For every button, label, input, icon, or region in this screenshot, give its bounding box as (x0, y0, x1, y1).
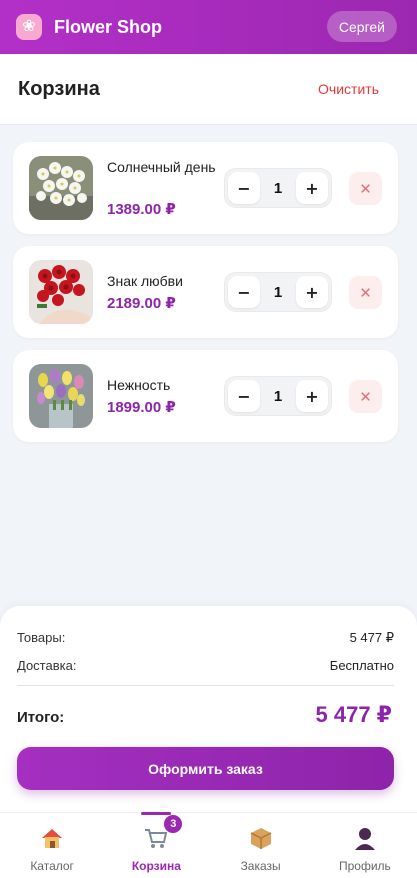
cart-item: Нежность 1899.00 ₽ − 1 + ✕ (13, 350, 398, 442)
nav-item-catalog[interactable]: Каталог (0, 813, 104, 878)
decrease-button[interactable]: − (228, 276, 260, 308)
nav-label: Корзина (131, 859, 181, 873)
quantity-value: 1 (273, 387, 283, 405)
delivery-value: Бесплатно (329, 658, 394, 673)
goods-value: 5 477 ₽ (349, 630, 394, 645)
goods-row: Товары: 5 477 ₽ (17, 630, 394, 646)
flower-icon: ❀ (16, 14, 42, 40)
delivery-label: Доставка: (17, 658, 77, 673)
order-summary: Товары: 5 477 ₽ Доставка: Бесплатно Итог… (0, 606, 417, 812)
quantity-value: 1 (273, 179, 283, 197)
nav-label: Профиль (338, 859, 391, 873)
clear-cart-button[interactable]: Очистить (318, 81, 379, 97)
remove-item-button[interactable]: ✕ (349, 172, 382, 205)
user-icon (352, 825, 378, 853)
bottom-nav: Каталог 3 Корзина Заказы Профиль (0, 812, 417, 878)
goods-label: Товары: (17, 630, 66, 645)
nav-label: Каталог (30, 859, 74, 873)
remove-item-button[interactable]: ✕ (349, 276, 382, 309)
user-chip[interactable]: Сергей (326, 11, 397, 42)
cart-item: Знак любви 2189.00 ₽ − 1 + ✕ (13, 246, 398, 338)
nav-item-profile[interactable]: Профиль (313, 813, 417, 878)
increase-button[interactable]: + (296, 380, 328, 412)
item-price: 2189.00 ₽ (107, 295, 176, 312)
nav-label: Заказы (240, 859, 281, 873)
item-name: Знак любви (107, 273, 183, 289)
delivery-row: Доставка: Бесплатно (17, 658, 394, 673)
quantity-stepper: − 1 + (224, 168, 332, 208)
decrease-button[interactable]: − (228, 380, 260, 412)
product-image[interactable] (29, 156, 93, 220)
total-label: Итого: (17, 709, 65, 726)
quantity-stepper: − 1 + (224, 272, 332, 312)
checkout-button[interactable]: Оформить заказ (17, 747, 394, 790)
total-value: 5 477 ₽ (315, 702, 392, 727)
cart-list: Солнечный день 1389.00 ₽ − 1 + ✕ Знак лю… (13, 142, 398, 454)
remove-item-button[interactable]: ✕ (349, 380, 382, 413)
product-image[interactable] (29, 364, 93, 428)
cart-count-badge: 3 (164, 815, 183, 833)
item-name: Нежность (107, 377, 171, 393)
home-icon (39, 825, 65, 853)
package-icon (248, 825, 274, 853)
nav-item-cart[interactable]: 3 Корзина (104, 812, 208, 878)
summary-divider (17, 685, 394, 686)
item-price: 1899.00 ₽ (107, 399, 176, 416)
page-title-bar: Корзина Очистить (0, 54, 417, 125)
item-price: 1389.00 ₽ (107, 201, 176, 218)
page-title: Корзина (18, 77, 100, 100)
cart-item: Солнечный день 1389.00 ₽ − 1 + ✕ (13, 142, 398, 234)
app-header: ❀ Flower Shop Сергей (0, 0, 417, 54)
active-indicator (141, 812, 172, 815)
quantity-stepper: − 1 + (224, 376, 332, 416)
increase-button[interactable]: + (296, 276, 328, 308)
item-name: Солнечный день (107, 159, 216, 175)
decrease-button[interactable]: − (228, 172, 260, 204)
increase-button[interactable]: + (296, 172, 328, 204)
app-title: Flower Shop (54, 16, 162, 37)
quantity-value: 1 (273, 283, 283, 301)
product-image[interactable] (29, 260, 93, 324)
nav-item-orders[interactable]: Заказы (209, 813, 313, 878)
